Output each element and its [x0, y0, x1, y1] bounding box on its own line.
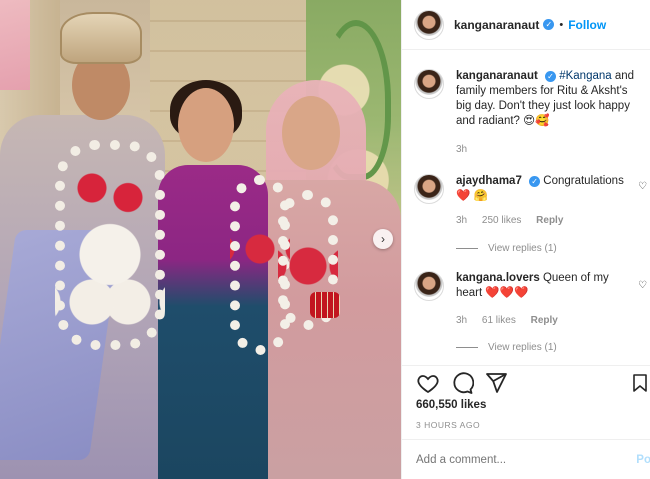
- divider: [456, 248, 478, 249]
- post-sidebar: kanganaranaut ✓ • Follow kanganaranaut ✓…: [401, 0, 650, 479]
- comments-list[interactable]: kanganaranaut ✓ #Kangana and family memb…: [402, 51, 650, 361]
- comment-input[interactable]: [416, 453, 616, 466]
- comment-likes[interactable]: 250 likes: [482, 215, 521, 226]
- comment-time: 3h: [456, 315, 468, 326]
- like-comment-heart-icon[interactable]: ♡: [638, 181, 647, 192]
- post-header: kanganaranaut ✓ • Follow: [402, 0, 650, 50]
- post-comment-button[interactable]: Po: [636, 454, 650, 466]
- verified-badge-icon: ✓: [543, 19, 555, 30]
- comment-username[interactable]: kangana.lovers: [456, 272, 540, 284]
- bookmark-icon[interactable]: [633, 374, 647, 392]
- comment-likes[interactable]: 61 likes: [482, 315, 516, 326]
- comment-username[interactable]: ajaydhama7: [456, 175, 522, 187]
- separator-dot: •: [559, 18, 564, 31]
- caption-username[interactable]: kanganaranaut: [456, 70, 538, 82]
- share-icon[interactable]: [484, 371, 508, 395]
- view-replies[interactable]: View replies (1): [456, 342, 557, 353]
- chevron-right-icon: ›: [381, 232, 385, 246]
- verified-badge-icon: ✓: [545, 71, 557, 82]
- caption-time: 3h: [456, 144, 468, 155]
- reply-button[interactable]: Reply: [536, 215, 563, 226]
- view-replies-label[interactable]: View replies (1): [488, 243, 557, 254]
- carousel-next-button[interactable]: ›: [373, 229, 393, 249]
- comment-meta: 3h 250 likes Reply: [456, 215, 575, 226]
- like-comment-heart-icon[interactable]: ♡: [638, 280, 647, 291]
- instagram-post: › kanganaranaut ✓ • Follow kanganaranaut…: [0, 0, 650, 479]
- verified-badge-icon: ✓: [529, 176, 541, 187]
- likes-count[interactable]: 660,550 likes: [416, 399, 486, 411]
- comment-time: 3h: [456, 215, 468, 226]
- comment-meta: 3h 61 likes Reply: [456, 315, 570, 326]
- avatar[interactable]: [414, 9, 444, 40]
- add-comment-bar: Po: [402, 439, 650, 479]
- avatar[interactable]: [414, 174, 444, 204]
- bangles: [310, 292, 340, 318]
- post-timestamp: 3 HOURS AGO: [416, 420, 481, 430]
- avatar[interactable]: [414, 271, 444, 301]
- background-curtain: [0, 0, 30, 90]
- avatar[interactable]: [414, 69, 444, 99]
- caption: kanganaranaut ✓ #Kangana and family memb…: [414, 69, 649, 129]
- caption-meta: 3h: [456, 144, 479, 155]
- garland: [55, 140, 165, 350]
- follow-button[interactable]: Follow: [568, 18, 606, 32]
- heart-icon[interactable]: [416, 371, 440, 395]
- post-photo[interactable]: ›: [0, 0, 401, 479]
- comment-item: ajaydhama7 ✓ Congratulations ❤️ 🤗: [414, 174, 649, 204]
- comment-item: kangana.lovers Queen of my heart ❤️❤️❤️: [414, 271, 649, 301]
- comment-icon[interactable]: [450, 371, 474, 395]
- view-replies[interactable]: View replies (1): [456, 243, 557, 254]
- divider: [456, 347, 478, 348]
- view-replies-label[interactable]: View replies (1): [488, 342, 557, 353]
- post-username[interactable]: kanganaranaut: [454, 18, 539, 32]
- reply-button[interactable]: Reply: [531, 315, 558, 326]
- action-bar: [402, 365, 650, 399]
- hashtag-link[interactable]: #Kangana: [559, 70, 611, 82]
